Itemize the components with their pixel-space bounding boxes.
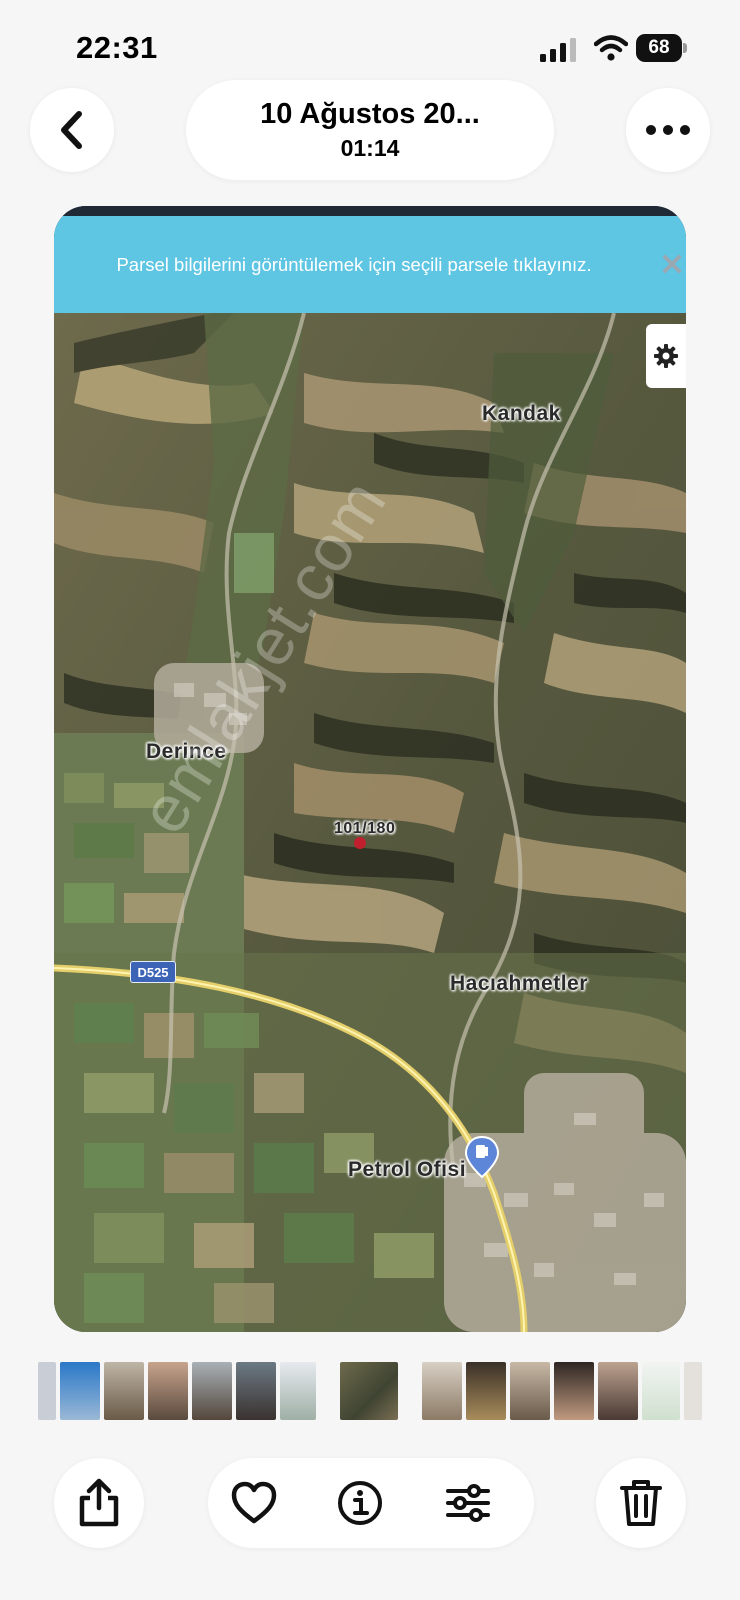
thumbnail[interactable] <box>510 1362 550 1420</box>
close-icon[interactable] <box>660 252 684 276</box>
battery-indicator: 68 <box>636 34 687 62</box>
sliders-icon[interactable] <box>444 1479 492 1527</box>
thumbnail[interactable] <box>236 1362 276 1420</box>
battery-level: 68 <box>636 34 682 62</box>
wifi-icon <box>594 35 628 61</box>
thumbnail[interactable] <box>422 1362 462 1420</box>
map-label-kandak: Kandak <box>482 402 561 425</box>
photo-date: 10 Ağustos 20... <box>260 98 480 130</box>
share-icon <box>79 1478 119 1527</box>
thumbnail[interactable] <box>554 1362 594 1420</box>
photo-title-pill[interactable]: 10 Ağustos 20... 01:14 <box>186 80 554 180</box>
back-button[interactable] <box>30 88 114 172</box>
map-settings-button[interactable] <box>646 324 686 388</box>
delete-button[interactable] <box>596 1458 686 1548</box>
map-label-petrol-ofisi: Petrol Ofisi <box>348 1158 467 1181</box>
more-options-button[interactable] <box>626 88 710 172</box>
thumbnail[interactable] <box>642 1362 680 1420</box>
thumbnail[interactable] <box>684 1362 702 1420</box>
status-time: 22:31 <box>76 30 158 65</box>
thumbnail[interactable] <box>148 1362 188 1420</box>
thumbnail[interactable] <box>38 1362 56 1420</box>
thumbnail-selected[interactable] <box>340 1362 398 1420</box>
cellular-signal-icon <box>540 38 576 62</box>
ellipsis-icon <box>646 125 690 135</box>
parcel-label[interactable]: 101/180 <box>334 820 395 838</box>
thumbnail[interactable] <box>466 1362 506 1420</box>
share-button[interactable] <box>54 1458 144 1548</box>
info-icon[interactable] <box>336 1479 384 1527</box>
battery-tip <box>683 43 687 53</box>
thumbnail[interactable] <box>598 1362 638 1420</box>
gear-icon <box>654 344 678 368</box>
chevron-left-icon <box>61 111 82 149</box>
photo-top-edge <box>54 206 686 216</box>
thumbnail-strip[interactable] <box>0 1362 740 1420</box>
thumbnail[interactable] <box>104 1362 144 1420</box>
map-label-haciahmetler: Hacıahmetler <box>450 972 588 995</box>
photo-actions-group <box>208 1458 534 1548</box>
thumbnail[interactable] <box>192 1362 232 1420</box>
heart-icon[interactable] <box>230 1479 278 1527</box>
road-badge: D525 <box>130 961 176 983</box>
thumbnail[interactable] <box>280 1362 316 1420</box>
photo-viewer[interactable]: Parsel bilgilerini görüntülemek için seç… <box>54 206 686 1332</box>
photo-time: 01:14 <box>340 135 400 161</box>
info-banner: Parsel bilgilerini görüntülemek için seç… <box>54 216 686 313</box>
trash-icon <box>620 1480 662 1526</box>
thumbnail[interactable] <box>60 1362 100 1420</box>
banner-text: Parsel bilgilerini görüntülemek için seç… <box>116 254 592 275</box>
